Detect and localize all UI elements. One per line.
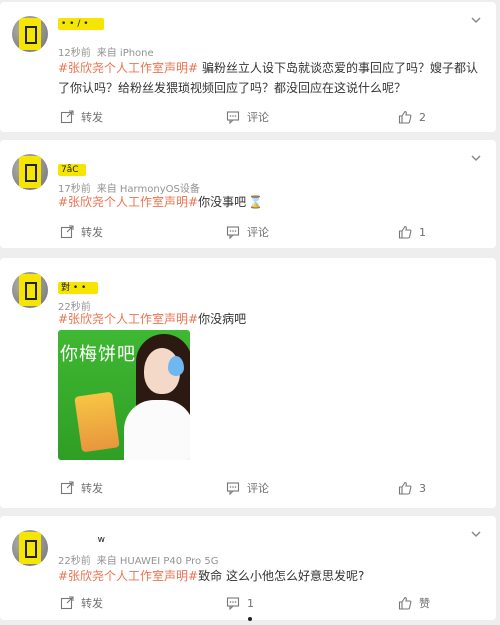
image-snack-bag [74, 391, 120, 453]
username[interactable]: 7åC [58, 164, 86, 176]
repost-button[interactable]: 转发 [60, 592, 103, 614]
comment-icon [226, 597, 240, 610]
thumbs-up-icon [398, 481, 412, 495]
hashtag-link[interactable]: #张欣尧个人工作室声明# [58, 195, 198, 209]
comment-card-4: w 22秒前 来自 HUAWEI P40 Pro 5G #张欣尧个人工作室声明#致… [0, 516, 496, 620]
like-button[interactable]: 2 [398, 106, 426, 128]
comment-card-1: • • / • 12秒前 来自 iPhone #张欣尧个人工作室声明# 骗粉丝立人… [0, 2, 496, 132]
post-body: 你没事吧 [198, 195, 247, 209]
chevron-down-icon[interactable] [470, 152, 482, 164]
avatar-redaction [19, 18, 41, 50]
action-bar: 转发 评论 3 [0, 477, 496, 499]
post-image[interactable]: 你梅饼吧 [58, 330, 190, 460]
repost-button[interactable]: 转发 [60, 221, 103, 243]
image-body [124, 400, 190, 460]
avatar-redaction [19, 274, 41, 306]
comment-icon [226, 482, 240, 495]
avatar[interactable] [12, 16, 48, 52]
comment-label: 评论 [247, 111, 269, 124]
post-text: #张欣尧个人工作室声明#你没病吧 [58, 309, 478, 329]
repost-label: 转发 [81, 226, 103, 239]
username[interactable]: w [58, 534, 108, 546]
avatar[interactable] [12, 530, 48, 566]
image-caption: 你梅饼吧 [60, 344, 136, 365]
username[interactable]: 對 • • [58, 282, 98, 294]
chevron-down-icon[interactable] [470, 14, 482, 26]
scroll-indicator [248, 617, 252, 621]
comment-count: 1 [247, 596, 254, 610]
post-text: #张欣尧个人工作室声明#你没事吧 ⌛ [58, 192, 478, 212]
post-text: #张欣尧个人工作室声明# 骗粉丝立人设下岛就谈恋爱的事回应了吗？嫂子都认了你认吗… [58, 58, 478, 98]
thumbs-up-icon [398, 225, 412, 239]
comment-button[interactable]: 评论 [226, 477, 269, 499]
thumbs-up-icon [398, 596, 412, 610]
comment-label: 评论 [247, 226, 269, 239]
comment-button[interactable]: 评论 [226, 106, 269, 128]
sweat-drop-icon [168, 356, 184, 376]
comment-button[interactable]: 评论 [226, 221, 269, 243]
like-button[interactable]: 3 [398, 477, 426, 499]
avatar-redaction [19, 532, 41, 564]
avatar[interactable] [12, 154, 48, 190]
repost-icon [60, 225, 74, 239]
chevron-down-icon[interactable] [470, 528, 482, 540]
like-count: 1 [419, 225, 426, 239]
repost-icon [60, 110, 74, 124]
action-bar: 转发 评论 1 [0, 221, 496, 243]
repost-label: 转发 [81, 597, 103, 610]
post-body: 你没病吧 [198, 312, 247, 326]
repost-icon [60, 596, 74, 610]
repost-button[interactable]: 转发 [60, 106, 103, 128]
comment-button[interactable]: 1 [226, 592, 254, 614]
avatar-redaction [19, 156, 41, 188]
username[interactable]: • • / • [58, 18, 104, 30]
comment-card-2: 7åC 17秒前 来自 HarmonyOS设备 #张欣尧个人工作室声明#你没事吧 ⌛… [0, 140, 496, 248]
like-count: 3 [419, 481, 426, 495]
like-label: 赞 [419, 597, 430, 610]
post-body: 致命 这么小他怎么好意思发呢? [198, 569, 365, 583]
post-meta: 22秒前 来自 HUAWEI P40 Pro 5G [58, 552, 218, 567]
hashtag-link[interactable]: #张欣尧个人工作室声明# [58, 61, 198, 75]
hourglass-emoji: ⌛ [248, 195, 264, 209]
repost-button[interactable]: 转发 [60, 477, 103, 499]
thumbs-up-icon [398, 110, 412, 124]
repost-label: 转发 [81, 482, 103, 495]
avatar[interactable] [12, 272, 48, 308]
post-meta: 12秒前 来自 iPhone [58, 44, 154, 59]
comment-icon [226, 226, 240, 239]
hashtag-link[interactable]: #张欣尧个人工作室声明# [58, 569, 198, 583]
action-bar: 转发 1 赞 [0, 592, 496, 614]
like-count: 2 [419, 110, 426, 124]
comment-label: 评论 [247, 482, 269, 495]
hashtag-link[interactable]: #张欣尧个人工作室声明# [58, 312, 198, 326]
like-button[interactable]: 1 [398, 221, 426, 243]
post-text: #张欣尧个人工作室声明#致命 这么小他怎么好意思发呢? [58, 566, 478, 586]
like-button[interactable]: 赞 [398, 592, 430, 614]
action-bar: 转发 评论 2 [0, 106, 496, 128]
comment-card-3: 對 • • 22秒前 #张欣尧个人工作室声明#你没病吧 你梅饼吧 转发 评论 3 [0, 258, 496, 508]
comment-icon [226, 111, 240, 124]
repost-icon [60, 481, 74, 495]
repost-label: 转发 [81, 111, 103, 124]
